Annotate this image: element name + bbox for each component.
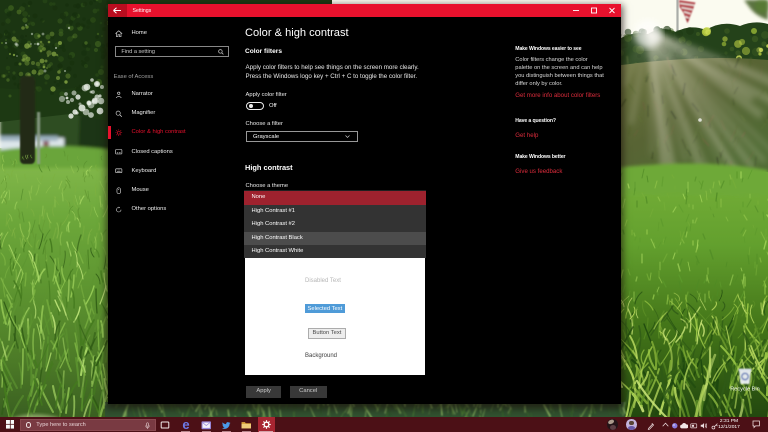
svg-text:Recycle Bin: Recycle Bin	[730, 387, 760, 393]
